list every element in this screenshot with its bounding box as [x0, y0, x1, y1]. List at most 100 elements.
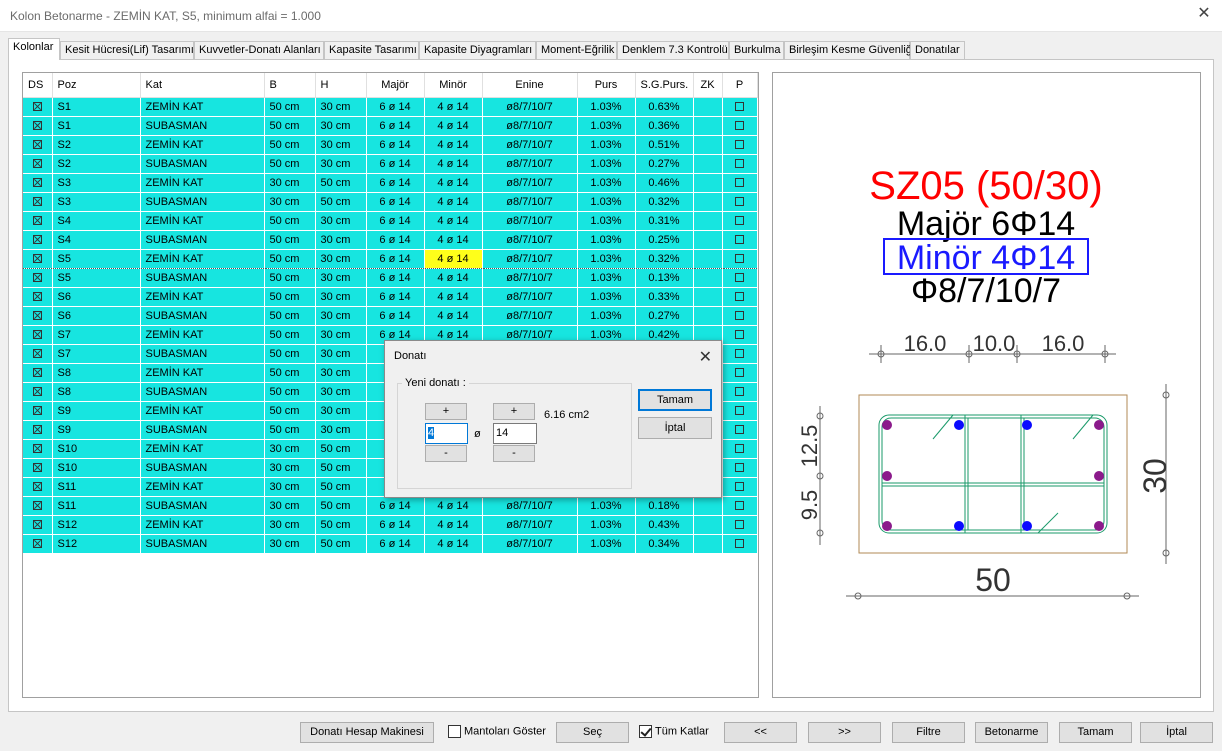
ds-checkbox[interactable] [32, 311, 42, 321]
cell-kat[interactable]: SUBASMAN [140, 154, 265, 174]
header-h[interactable]: H [315, 73, 367, 98]
cell-poz[interactable]: S11 [52, 477, 141, 497]
cell-b[interactable]: 50 cm [264, 420, 316, 440]
cell-p[interactable] [722, 496, 758, 516]
cell-h[interactable]: 30 cm [315, 382, 367, 402]
cell-p[interactable] [722, 135, 758, 155]
cell-p[interactable] [722, 211, 758, 231]
cell-p[interactable] [722, 344, 758, 364]
cell-h[interactable]: 30 cm [315, 248, 367, 269]
cell-poz[interactable]: S12 [52, 515, 141, 535]
p-checkbox[interactable] [735, 539, 744, 549]
tab-birlesim[interactable]: Birleşim Kesme Güvenliği [784, 41, 914, 60]
ds-checkbox[interactable] [32, 254, 42, 264]
cell-b[interactable]: 50 cm [264, 363, 316, 383]
cell-major[interactable]: 6 ø 14 [366, 268, 425, 288]
cell-kat[interactable]: ZEMİN KAT [140, 401, 265, 421]
p-checkbox[interactable] [735, 102, 744, 112]
tab-kuvvetler[interactable]: Kuvvetler-Donatı Alanları [194, 41, 324, 60]
cell-b[interactable]: 50 cm [264, 154, 316, 174]
cell-ds[interactable] [23, 458, 53, 478]
cell-poz[interactable]: S2 [52, 154, 141, 174]
cell-poz[interactable]: S4 [52, 211, 141, 231]
cell-b[interactable]: 50 cm [264, 97, 316, 117]
table-row[interactable]: S6 ZEMİN KAT 50 cm 30 cm 6 ø 14 4 ø 14 ø8/7/10… [23, 287, 758, 307]
cell-h[interactable]: 50 cm [315, 496, 367, 516]
ds-checkbox[interactable] [32, 102, 42, 112]
table-row[interactable]: S3 SUBASMAN 30 cm 50 cm 6 ø 14 4 ø 14 ø8/7/10/… [23, 192, 758, 212]
cell-enine[interactable]: ø8/7/10/7 [482, 306, 578, 326]
cell-kat[interactable]: SUBASMAN [140, 458, 265, 478]
cell-zk[interactable] [693, 534, 723, 554]
cell-kat[interactable]: SUBASMAN [140, 534, 265, 554]
cell-major[interactable]: 6 ø 14 [366, 97, 425, 117]
cell-ds[interactable] [23, 268, 53, 288]
cell-ds[interactable] [23, 248, 53, 269]
cell-purs[interactable]: 1.03% [577, 287, 636, 307]
p-checkbox[interactable] [735, 444, 744, 454]
cell-h[interactable]: 30 cm [315, 420, 367, 440]
cell-zk[interactable] [693, 116, 723, 136]
cell-kat[interactable]: SUBASMAN [140, 192, 265, 212]
cell-p[interactable] [722, 116, 758, 136]
cell-enine[interactable]: ø8/7/10/7 [482, 268, 578, 288]
cell-h[interactable]: 30 cm [315, 230, 367, 250]
diameter-plus-button[interactable]: + [493, 403, 535, 420]
p-checkbox[interactable] [735, 330, 744, 340]
cell-purs[interactable]: 1.03% [577, 248, 636, 269]
table-row[interactable]: S4 ZEMİN KAT 50 cm 30 cm 6 ø 14 4 ø 14 ø8/7/10… [23, 211, 758, 231]
cell-h[interactable]: 30 cm [315, 401, 367, 421]
ds-checkbox[interactable] [32, 387, 42, 397]
table-row[interactable]: S5 ZEMİN KAT 50 cm 30 cm 6 ø 14 4 ø 14 ø8/7/10… [23, 248, 758, 269]
cell-p[interactable] [722, 97, 758, 117]
cell-h[interactable]: 50 cm [315, 192, 367, 212]
rebar-calculator-button[interactable]: Donatı Hesap Makinesi [300, 722, 434, 743]
table-row[interactable]: S11 SUBASMAN 30 cm 50 cm 6 ø 14 4 ø 14 ø8/7/10… [23, 496, 758, 516]
cell-major[interactable]: 6 ø 14 [366, 135, 425, 155]
cell-ds[interactable] [23, 211, 53, 231]
cell-poz[interactable]: S10 [52, 458, 141, 478]
header-poz[interactable]: Poz [52, 73, 141, 98]
cell-b[interactable]: 50 cm [264, 325, 316, 345]
cell-kat[interactable]: ZEMİN KAT [140, 135, 265, 155]
ds-checkbox[interactable] [32, 463, 42, 473]
cell-ds[interactable] [23, 382, 53, 402]
ds-checkbox[interactable] [32, 140, 42, 150]
count-minus-button[interactable]: - [425, 445, 467, 462]
ds-checkbox[interactable] [32, 330, 42, 340]
cell-b[interactable]: 50 cm [264, 268, 316, 288]
cell-minor[interactable]: 4 ø 14 [424, 287, 483, 307]
p-checkbox[interactable] [735, 254, 744, 264]
ds-checkbox[interactable] [32, 349, 42, 359]
table-row[interactable]: S6 SUBASMAN 50 cm 30 cm 6 ø 14 4 ø 14 ø8/7/10/… [23, 306, 758, 326]
tab-kapasite-diyagramlari[interactable]: Kapasite Diyagramları [419, 41, 536, 60]
cell-sg-purs[interactable]: 0.46% [635, 173, 694, 193]
cell-p[interactable] [722, 268, 758, 288]
cell-b[interactable]: 30 cm [264, 439, 316, 459]
cell-zk[interactable] [693, 287, 723, 307]
p-checkbox[interactable] [735, 406, 744, 416]
cell-b[interactable]: 50 cm [264, 401, 316, 421]
cell-b[interactable]: 50 cm [264, 211, 316, 231]
cell-ds[interactable] [23, 534, 53, 554]
cell-h[interactable]: 30 cm [315, 154, 367, 174]
cell-enine[interactable]: ø8/7/10/7 [482, 515, 578, 535]
header-p[interactable]: P [722, 73, 758, 98]
cell-sg-purs[interactable]: 0.31% [635, 211, 694, 231]
cell-ds[interactable] [23, 306, 53, 326]
tab-moment-egrilik[interactable]: Moment-Eğrilik [536, 41, 617, 60]
cell-minor[interactable]: 4 ø 14 [424, 515, 483, 535]
cell-minor[interactable]: 4 ø 14 [424, 211, 483, 231]
cell-p[interactable] [722, 154, 758, 174]
p-checkbox[interactable] [735, 235, 744, 245]
cell-h[interactable]: 50 cm [315, 173, 367, 193]
cell-kat[interactable]: ZEMİN KAT [140, 477, 265, 497]
cell-p[interactable] [722, 420, 758, 440]
cell-h[interactable]: 30 cm [315, 306, 367, 326]
cell-zk[interactable] [693, 211, 723, 231]
all-floors-checkbox[interactable]: Tüm Katlar [639, 725, 709, 738]
cell-purs[interactable]: 1.03% [577, 135, 636, 155]
cell-ds[interactable] [23, 496, 53, 516]
cell-ds[interactable] [23, 192, 53, 212]
cell-h[interactable]: 30 cm [315, 211, 367, 231]
